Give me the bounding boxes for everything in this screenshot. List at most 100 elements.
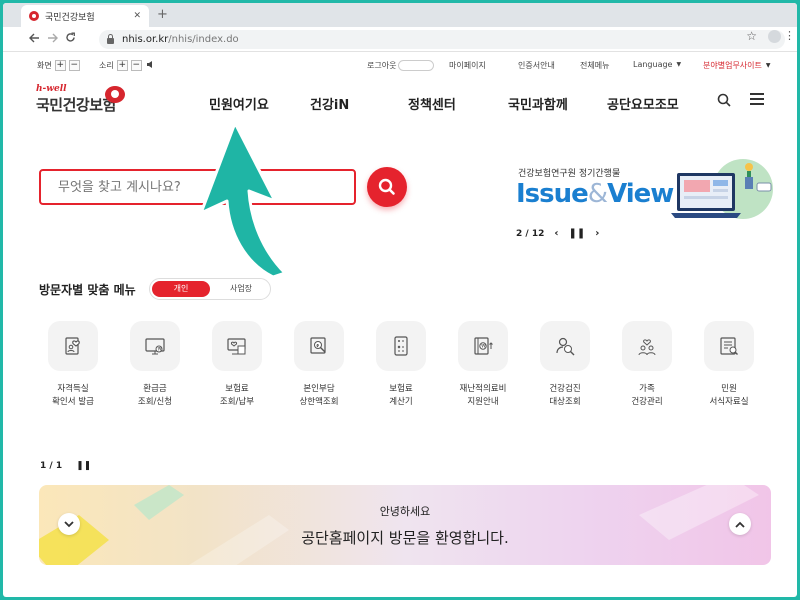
nav-policy-center[interactable]: 정책센터 xyxy=(408,94,456,113)
issue-amp: & xyxy=(587,179,608,209)
quick-menu-label: 재난적의료비 xyxy=(459,384,507,394)
bookmark-star-icon[interactable]: ☆ xyxy=(746,29,757,43)
nav-about-nhis[interactable]: 공단요모조모 xyxy=(607,94,679,113)
quick-menu-calculator[interactable]: 보험료 계산기 xyxy=(366,321,436,409)
menu-pager: 1 / 1 ❚❚ xyxy=(40,461,91,471)
address-bar: nhis.or.kr/nhis/index.do ☆ ⋮ xyxy=(3,27,797,52)
caret-down-icon: ▼ xyxy=(765,62,771,69)
cert-guide-link[interactable]: 인증서안내 xyxy=(518,60,555,71)
tab-business[interactable]: 사업장 xyxy=(212,281,270,297)
quick-menu-label: 확인서 발급 xyxy=(52,397,94,407)
zoom-in-button[interactable]: + xyxy=(54,60,66,71)
quick-menu-label: 자격득실 xyxy=(57,384,89,394)
search-button[interactable] xyxy=(367,167,407,207)
svg-text:₩: ₩ xyxy=(481,344,486,350)
search-input[interactable] xyxy=(39,169,356,205)
pause-icon[interactable]: ❚❚ xyxy=(568,228,585,239)
hamburger-menu-icon[interactable] xyxy=(750,93,764,105)
quick-menu-label: 상한액조회 xyxy=(299,397,339,407)
logout-link[interactable]: 로그아웃 xyxy=(367,60,435,71)
banner-expand-button[interactable] xyxy=(729,513,751,535)
utility-bar: 화면 + − 소리 + − 로그아웃 마이페이지 인증서안내 전체메뉴 Lang… xyxy=(3,56,797,76)
speaker-icon[interactable] xyxy=(145,60,156,71)
screen-label: 화면 xyxy=(37,61,52,70)
reload-icon[interactable] xyxy=(61,32,79,46)
quick-menu-label: 보험료 xyxy=(225,384,249,394)
quick-menu-label: 계산기 xyxy=(389,397,413,407)
quick-menu-medical-aid[interactable]: ₩ 재난적의료비 지원안내 xyxy=(448,321,518,409)
copay-search-icon xyxy=(294,321,344,371)
zoom-out-button[interactable]: − xyxy=(68,60,80,71)
medical-aid-icon: ₩ xyxy=(458,321,508,371)
all-menu-link[interactable]: 전체메뉴 xyxy=(580,60,609,71)
logo-name: 국민건강보험 xyxy=(36,96,116,114)
tab-personal[interactable]: 개인 xyxy=(152,281,210,297)
language-select[interactable]: Language ▼ xyxy=(633,60,681,69)
session-timer xyxy=(398,60,435,71)
quick-menu-label: 민원 xyxy=(721,384,737,394)
form-library-icon xyxy=(704,321,754,371)
nav-civil-service[interactable]: 민원여기요 xyxy=(209,94,269,113)
logo-mark-icon xyxy=(105,86,125,103)
nhis-favicon-icon xyxy=(29,11,39,21)
issue-view-title[interactable]: Issue&View xyxy=(516,179,674,209)
quick-menu-copay[interactable]: 본인부담 상한액조회 xyxy=(284,321,354,409)
custom-menu-title: 방문자별 맞춤 메뉴 xyxy=(39,283,136,297)
nav-health-in[interactable]: 건강iN xyxy=(310,94,349,113)
certificate-heart-icon xyxy=(48,321,98,371)
quick-menu-label: 가족 xyxy=(639,384,655,394)
issue-pager: 2 / 12 ‹ ❚❚ › xyxy=(516,228,599,239)
calculator-icon xyxy=(376,321,426,371)
browser-window: 국민건강보험 ✕ + nhis.or.kr/nhis/index.do ☆ ⋮ … xyxy=(3,3,797,597)
business-sites-label: 분야별업무사이트 xyxy=(703,61,762,70)
visitor-type-toggle: 개인 사업장 xyxy=(149,278,271,300)
quick-menu-checkup[interactable]: 건강검진 대상조회 xyxy=(530,321,600,409)
language-label: Language xyxy=(633,60,673,69)
caret-down-icon: ▼ xyxy=(676,61,682,68)
next-chevron-icon[interactable]: › xyxy=(595,228,599,239)
quick-menu-forms[interactable]: 민원 서식자료실 xyxy=(694,321,764,409)
issue-page-indicator: 2 / 12 xyxy=(516,228,545,239)
mypage-link[interactable]: 마이페이지 xyxy=(449,60,486,71)
quick-menu-label: 조회/신청 xyxy=(137,397,173,407)
tab-close-icon[interactable]: ✕ xyxy=(133,11,141,21)
quick-menu-refund[interactable]: ₩ 환급금 조회/신청 xyxy=(120,321,190,409)
quick-menu-premium[interactable]: 보험료 조회/납부 xyxy=(202,321,272,409)
volume-down-button[interactable]: − xyxy=(130,60,142,71)
logout-label: 로그아웃 xyxy=(367,61,397,70)
quick-menu-label: 건강검진 xyxy=(549,384,581,394)
pause-icon[interactable]: ❚❚ xyxy=(76,461,91,471)
forward-arrow-icon[interactable] xyxy=(43,33,61,46)
site-logo[interactable]: h-well 국민건강보험 xyxy=(36,84,125,115)
quick-menu-label: 보험료 xyxy=(389,384,413,394)
quick-menu-label: 조회/납부 xyxy=(219,397,255,407)
url-field[interactable]: nhis.or.kr/nhis/index.do xyxy=(99,30,785,49)
banner-welcome-text: 공단홈페이지 방문을 환영합니다. xyxy=(301,529,509,547)
volume-up-button[interactable]: + xyxy=(116,60,128,71)
quick-menu-family[interactable]: 가족 건강관리 xyxy=(612,321,682,409)
back-arrow-icon[interactable] xyxy=(25,33,43,46)
quick-menu-label: 서식자료실 xyxy=(709,397,749,407)
menu-page-indicator: 1 / 1 xyxy=(40,461,63,471)
nav-with-people[interactable]: 국민과함께 xyxy=(508,94,568,113)
url-path: /nhis/index.do xyxy=(168,34,239,45)
search-icon[interactable] xyxy=(717,92,731,107)
view-word: View xyxy=(607,179,674,209)
prev-chevron-icon[interactable]: ‹ xyxy=(554,228,558,239)
quick-menu-label: 지원안내 xyxy=(467,397,499,407)
profile-avatar[interactable] xyxy=(768,30,781,43)
svg-text:₩: ₩ xyxy=(158,347,162,352)
new-tab-button[interactable]: + xyxy=(157,7,168,22)
business-sites-select[interactable]: 분야별업무사이트 ▼ xyxy=(703,60,771,71)
tab-title: 국민건강보험 xyxy=(45,12,95,23)
family-health-icon xyxy=(622,321,672,371)
refund-monitor-icon: ₩ xyxy=(130,321,180,371)
browser-menu-icon[interactable]: ⋮ xyxy=(784,29,795,42)
browser-tab[interactable]: 국민건강보험 ✕ xyxy=(21,5,149,27)
laptop-illustration xyxy=(671,159,773,219)
quick-menu-qualification[interactable]: 자격득실 확인서 발급 xyxy=(38,321,108,409)
quick-menu-label: 건강관리 xyxy=(631,397,663,407)
welcome-banner: 안녕하세요 공단홈페이지 방문을 환영합니다. xyxy=(39,485,771,565)
logo-hwell: h-well xyxy=(36,84,67,94)
quick-menu-label: 대상조회 xyxy=(549,397,581,407)
